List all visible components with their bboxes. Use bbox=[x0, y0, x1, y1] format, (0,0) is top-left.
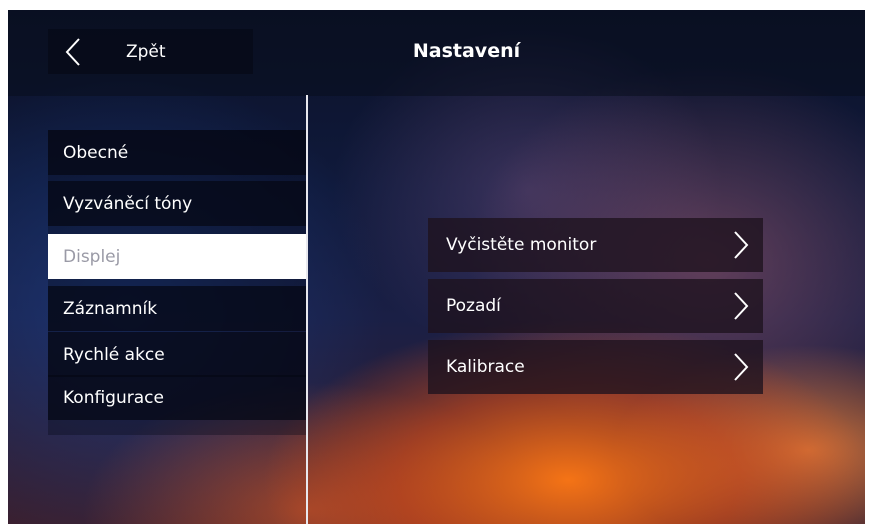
screen: Zpět Nastavení Obecné Vyzváněcí tóny Dis… bbox=[8, 10, 865, 524]
menu-item-label: Záznamník bbox=[63, 298, 158, 319]
menu-item-label: Vyzváněcí tóny bbox=[63, 193, 193, 214]
option-label: Kalibrace bbox=[446, 357, 525, 377]
chevron-right-icon bbox=[734, 353, 749, 381]
option-pozadi[interactable]: Pozadí bbox=[428, 279, 763, 333]
top-bar: Zpět Nastavení bbox=[8, 10, 865, 96]
menu-item-zaznamnik[interactable]: Záznamník bbox=[48, 286, 306, 331]
divider bbox=[306, 95, 308, 524]
menu-item-label: Rychlé akce bbox=[63, 344, 165, 365]
menu-item-rychle-akce[interactable]: Rychlé akce bbox=[48, 332, 306, 377]
option-label: Pozadí bbox=[446, 296, 501, 316]
menu-item-label: Obecné bbox=[63, 142, 129, 163]
menu-item-obecne[interactable]: Obecné bbox=[48, 130, 306, 175]
option-vycistete-monitor[interactable]: Vyčistěte monitor bbox=[428, 218, 763, 272]
menu-item-konfigurace[interactable]: Konfigurace bbox=[48, 375, 306, 420]
chevron-right-icon bbox=[734, 292, 749, 320]
menu-item-vyzvaneci-tony[interactable]: Vyzváněcí tóny bbox=[48, 181, 306, 226]
menu-item-label: Displej bbox=[63, 246, 121, 267]
chevron-right-icon bbox=[734, 231, 749, 259]
option-kalibrace[interactable]: Kalibrace bbox=[428, 340, 763, 394]
page-title: Nastavení bbox=[412, 40, 521, 62]
menu-item-displej[interactable]: Displej bbox=[48, 234, 306, 279]
menu-item-label: Konfigurace bbox=[63, 387, 164, 408]
option-label: Vyčistěte monitor bbox=[446, 235, 597, 255]
